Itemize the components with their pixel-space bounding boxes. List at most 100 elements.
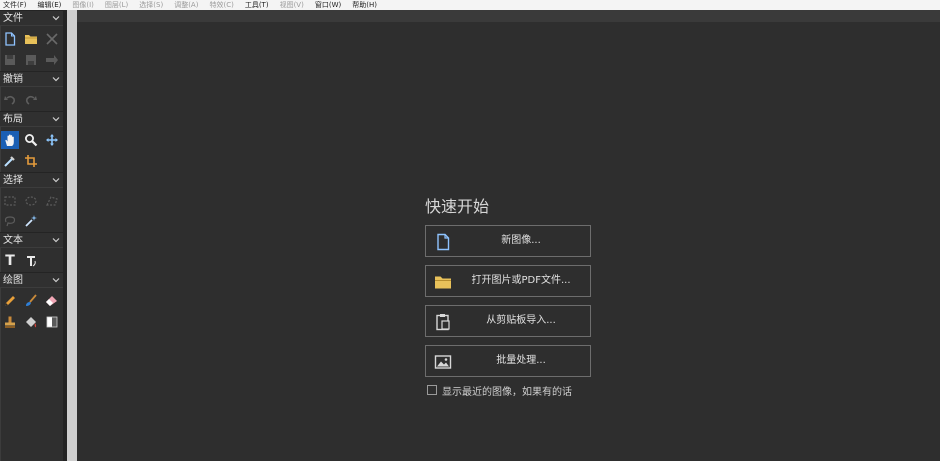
new-file-icon <box>5 32 16 46</box>
image-icon <box>434 355 452 369</box>
ellipse-select-icon <box>25 196 37 206</box>
chevron-down-icon <box>52 278 60 283</box>
menu-bar: 文件(F) 编辑(E) 图像(I) 图层(L) 选择(S) 调整(A) 特效(C… <box>0 0 940 10</box>
group-header-file[interactable]: 文件 <box>0 10 63 26</box>
group-header-select[interactable]: 选择 <box>0 172 63 188</box>
new-file-icon <box>437 233 450 251</box>
batch-process-button[interactable]: 批量处理... <box>425 345 591 377</box>
paint-bucket-icon <box>26 317 37 328</box>
open-file-button[interactable]: 打开图片或PDF文件... <box>425 265 591 297</box>
redo-icon <box>25 95 37 105</box>
magic-wand-icon <box>25 215 37 227</box>
crop-tool[interactable] <box>22 152 40 170</box>
rect-select-tool[interactable] <box>1 192 19 210</box>
polygon-select-tool[interactable] <box>43 192 61 210</box>
text-path-icon <box>27 256 36 267</box>
undo-icon <box>4 95 16 105</box>
open-file-tool[interactable] <box>22 30 40 48</box>
group-title-file: 文件 <box>3 13 23 24</box>
pencil-icon <box>5 296 15 306</box>
menu-edit[interactable]: 编辑(E) <box>38 0 62 10</box>
chevron-down-icon <box>52 16 60 21</box>
pencil-tool[interactable] <box>1 292 19 310</box>
eyedropper-icon <box>4 156 15 167</box>
chevron-down-icon <box>52 117 60 122</box>
eyedropper-tool[interactable] <box>1 152 19 170</box>
new-image-label: 新图像... <box>501 235 541 246</box>
menu-adjust[interactable]: 调整(A) <box>174 0 198 10</box>
group-title-draw: 绘图 <box>3 275 23 286</box>
menu-effects[interactable]: 特效(C) <box>209 0 233 10</box>
hand-icon <box>5 134 14 146</box>
magic-wand-tool[interactable] <box>22 212 40 230</box>
work-area-tab-strip <box>77 10 940 22</box>
export-icon <box>46 55 58 65</box>
eraser-icon <box>46 296 57 306</box>
new-file-tool[interactable] <box>1 30 19 48</box>
polygon-select-icon <box>46 196 58 206</box>
brush-icon <box>26 294 37 306</box>
open-file-label: 打开图片或PDF文件... <box>471 275 571 286</box>
group-header-text[interactable]: 文本 <box>0 232 63 248</box>
undo-tool[interactable] <box>1 91 19 109</box>
menu-help[interactable]: 帮助(H) <box>352 0 377 10</box>
import-clipboard-button[interactable]: 从剪贴板导入... <box>425 305 591 337</box>
group-header-undo[interactable]: 撤销 <box>0 71 63 87</box>
group-title-select: 选择 <box>3 175 23 186</box>
save-icon <box>5 55 15 65</box>
menu-select[interactable]: 选择(S) <box>139 0 163 10</box>
text-tool[interactable]: T <box>1 252 19 270</box>
close-icon <box>46 33 58 45</box>
zoom-tool[interactable] <box>22 131 40 149</box>
brush-tool[interactable] <box>22 292 40 310</box>
group-header-layout[interactable]: 布局 <box>0 111 63 127</box>
move-tool[interactable] <box>43 131 61 149</box>
quick-start-title: 快速开始 <box>425 197 490 216</box>
folder-icon <box>435 276 451 289</box>
redo-tool[interactable] <box>22 91 40 109</box>
menu-file[interactable]: 文件(F) <box>3 0 27 10</box>
eraser-tool[interactable] <box>43 292 61 310</box>
crop-icon <box>25 155 37 167</box>
show-recent-option[interactable]: 显示最近的图像，如果有的话 <box>427 383 572 398</box>
group-title-undo: 撤销 <box>3 74 23 85</box>
rect-select-icon <box>4 196 16 206</box>
gradient-icon <box>46 316 58 328</box>
pan-tool[interactable] <box>1 131 19 149</box>
magnifier-icon <box>25 134 38 147</box>
chevron-down-icon <box>52 238 60 243</box>
stamp-icon <box>5 316 15 328</box>
gradient-tool[interactable] <box>43 313 61 331</box>
clone-stamp-tool[interactable] <box>1 313 19 331</box>
new-image-button[interactable]: 新图像... <box>425 225 591 257</box>
move-arrows-icon <box>46 134 58 146</box>
menu-image[interactable]: 图像(I) <box>72 0 94 10</box>
show-recent-label: 显示最近的图像，如果有的话 <box>442 386 572 398</box>
menu-window[interactable]: 窗口(W) <box>315 0 341 10</box>
text-tool-glyph: T <box>5 253 15 269</box>
group-header-draw[interactable]: 绘图 <box>0 272 63 288</box>
text-path-tool[interactable] <box>22 252 40 270</box>
import-clipboard-label: 从剪贴板导入... <box>486 315 556 326</box>
menu-view[interactable]: 视图(V) <box>280 0 304 10</box>
save-as-icon <box>26 55 36 65</box>
ellipse-select-tool[interactable] <box>22 192 40 210</box>
save-tool[interactable] <box>1 51 19 69</box>
menu-tools[interactable]: 工具(T) <box>245 0 269 10</box>
close-file-tool[interactable] <box>43 30 61 48</box>
save-as-tool[interactable] <box>22 51 40 69</box>
group-title-text: 文本 <box>3 235 23 246</box>
group-title-layout: 布局 <box>3 114 23 125</box>
folder-icon <box>25 35 37 44</box>
batch-process-label: 批量处理... <box>496 355 546 366</box>
show-recent-checkbox[interactable] <box>427 385 437 395</box>
paint-bucket-tool[interactable] <box>22 313 40 331</box>
export-tool[interactable] <box>43 51 61 69</box>
lasso-tool[interactable] <box>1 212 19 230</box>
menu-layer[interactable]: 图层(L) <box>105 0 128 10</box>
clipboard-icon <box>436 314 450 331</box>
lasso-icon <box>4 216 16 227</box>
chevron-down-icon <box>52 178 60 183</box>
panel-splitter-strip <box>67 10 77 461</box>
chevron-down-icon <box>52 77 60 82</box>
